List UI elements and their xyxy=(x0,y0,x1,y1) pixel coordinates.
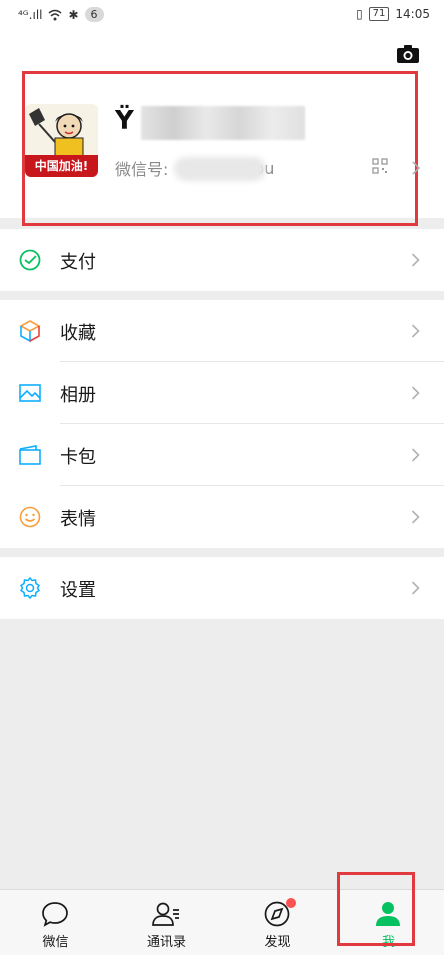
chevron-right-icon xyxy=(412,161,421,175)
menu-item-album[interactable]: 相册 xyxy=(0,362,444,424)
chevron-right-icon xyxy=(411,510,420,524)
menu-label-album: 相册 xyxy=(60,385,96,406)
chevron-right-icon xyxy=(411,448,420,462)
pay-icon xyxy=(19,249,41,271)
chevron-right-icon xyxy=(411,324,420,338)
cellular-signal-icon: ⁴ᴳ.ıll xyxy=(18,7,43,22)
notification-count-badge: 6 xyxy=(84,7,104,22)
album-icon xyxy=(19,384,41,402)
chevron-right-icon xyxy=(411,581,420,595)
menu-label-settings: 设置 xyxy=(60,580,96,601)
status-bar: ⁴ᴳ.ıll ✱ 6 ▯ 71 14:05 xyxy=(0,0,444,28)
bluetooth-icon: ✱ xyxy=(68,7,79,22)
tab-label-contacts: 通讯录 xyxy=(146,935,186,950)
tab-chats[interactable]: 微信 xyxy=(0,890,111,955)
chevron-right-icon xyxy=(411,386,420,400)
tab-label-discover: 发现 xyxy=(264,935,291,950)
chat-bubble-icon xyxy=(42,902,68,927)
smiley-icon xyxy=(19,506,41,528)
wechat-id-blur xyxy=(174,156,267,181)
vibrate-icon: ▯ xyxy=(356,7,363,21)
clock: 14:05 xyxy=(395,7,430,21)
favorites-cube-icon xyxy=(19,320,41,343)
wechat-id-value: ou xyxy=(174,156,274,181)
nickname-blur xyxy=(141,106,305,140)
tab-highlight-frame xyxy=(337,872,415,946)
contacts-icon xyxy=(152,902,179,926)
menu-item-stickers[interactable]: 表情 xyxy=(0,486,444,548)
menu-item-pay[interactable]: 支付 xyxy=(0,229,444,291)
menu-item-favorites[interactable]: 收藏 xyxy=(0,300,444,362)
tab-contacts[interactable]: 通讯录 xyxy=(111,890,222,955)
menu-item-cards[interactable]: 卡包 xyxy=(0,424,444,486)
profile-header: 中国加油! Ϋ 微信号: ou xyxy=(0,28,444,226)
settings-group: 设置 xyxy=(0,557,444,619)
menu-label-pay: 支付 xyxy=(60,252,96,273)
unread-dot xyxy=(286,898,296,908)
nickname: Ϋ xyxy=(115,106,134,136)
avatar-illustration xyxy=(25,104,98,157)
main-menu-group: 收藏 相册 卡包 表情 xyxy=(0,300,444,548)
profile-card[interactable]: 中国加油! Ϋ 微信号: ou xyxy=(22,71,421,226)
menu-label-cards: 卡包 xyxy=(60,447,96,468)
qr-code-icon[interactable] xyxy=(372,158,388,174)
wechat-id-label: 微信号: xyxy=(115,160,169,179)
card-wallet-icon xyxy=(19,445,41,465)
chevron-right-icon xyxy=(411,253,420,267)
camera-icon[interactable] xyxy=(396,44,420,64)
menu-item-settings[interactable]: 设置 xyxy=(0,557,444,619)
wechat-id-row: 微信号: ou xyxy=(115,156,274,181)
tab-discover[interactable]: 发现 xyxy=(222,890,333,955)
menu-label-favorites: 收藏 xyxy=(60,323,96,344)
battery-indicator: 71 xyxy=(368,7,390,21)
avatar[interactable]: 中国加油! xyxy=(25,104,98,177)
pay-group: 支付 xyxy=(0,229,444,291)
avatar-banner-text: 中国加油! xyxy=(25,155,98,177)
tab-label-chats: 微信 xyxy=(42,935,69,950)
menu-label-stickers: 表情 xyxy=(60,509,96,530)
gear-icon xyxy=(19,576,41,600)
wifi-icon xyxy=(49,9,62,20)
